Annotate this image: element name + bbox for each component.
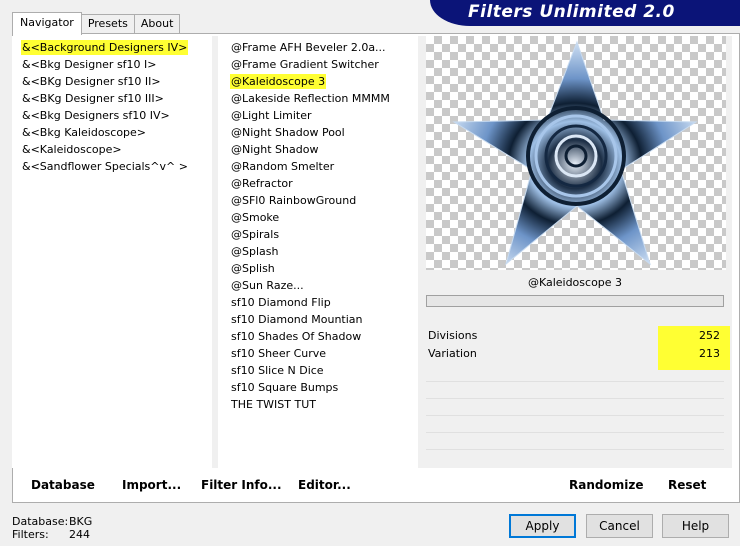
status-label: Filters: xyxy=(12,528,49,541)
list-item[interactable]: sf10 Slice N Dice xyxy=(218,362,418,379)
divider xyxy=(426,415,724,416)
list-item[interactable]: @Night Shadow xyxy=(218,141,418,158)
preview-image xyxy=(426,36,726,270)
list-item[interactable]: &<Bkg Designer sf10 I> xyxy=(12,56,212,73)
divider xyxy=(426,449,724,450)
status-database: Database:BKG xyxy=(12,515,92,528)
status-label: Database: xyxy=(12,515,69,528)
star-preview-image xyxy=(452,40,698,266)
list-item[interactable]: @Spirals xyxy=(218,226,418,243)
list-item[interactable]: &<BKg Designer sf10 III> xyxy=(12,90,212,107)
database-button[interactable]: Database xyxy=(31,478,95,492)
tab-bar: Navigator Presets About xyxy=(12,12,181,35)
filter-info-button[interactable]: Filter Info... xyxy=(201,478,282,492)
divider xyxy=(426,381,724,382)
status-filters: Filters: 244 xyxy=(12,528,90,541)
apply-button[interactable]: Apply xyxy=(509,514,576,538)
param-label: Variation xyxy=(428,347,477,360)
selected-filter-name: @Kaleidoscope 3 xyxy=(527,276,623,289)
category-list[interactable]: &<Background Designers IV> &<Bkg Designe… xyxy=(12,36,212,468)
status-value: BKG xyxy=(69,515,93,528)
list-item[interactable]: @Frame Gradient Switcher xyxy=(218,56,418,73)
param-divisions[interactable]: Divisions 252 xyxy=(426,327,724,344)
app-title: Filters Unlimited 2.0 xyxy=(468,2,675,22)
category-label: &<Background Designers IV> xyxy=(21,40,189,55)
status-value: 244 xyxy=(69,528,90,541)
cancel-button[interactable]: Cancel xyxy=(586,514,653,538)
filter-list[interactable]: @Frame AFH Beveler 2.0a... @Frame Gradie… xyxy=(218,36,418,468)
list-item[interactable]: &<Bkg Designers sf10 IV> xyxy=(12,107,212,124)
list-item[interactable]: @Frame AFH Beveler 2.0a... xyxy=(218,39,418,56)
tab-navigator[interactable]: Navigator xyxy=(12,12,82,35)
param-value: 213 xyxy=(699,347,720,360)
list-item[interactable]: @Night Shadow Pool xyxy=(218,124,418,141)
list-item[interactable]: sf10 Sheer Curve xyxy=(218,345,418,362)
reset-button[interactable]: Reset xyxy=(668,478,706,492)
divider xyxy=(426,432,724,433)
progress-bar xyxy=(426,295,724,307)
list-item[interactable]: @Random Smelter xyxy=(218,158,418,175)
list-item[interactable]: &<Sandflower Specials^v^ > xyxy=(12,158,212,175)
list-item[interactable]: @SFl0 RainbowGround xyxy=(218,192,418,209)
randomize-button[interactable]: Randomize xyxy=(569,478,643,492)
divider xyxy=(426,398,724,399)
help-button[interactable]: Help xyxy=(662,514,729,538)
list-item[interactable]: @Light Limiter xyxy=(218,107,418,124)
list-item[interactable]: @Splish xyxy=(218,260,418,277)
tab-about[interactable]: About xyxy=(133,14,181,34)
import-button[interactable]: Import... xyxy=(122,478,181,492)
list-item[interactable]: sf10 Diamond Mountian xyxy=(218,311,418,328)
list-item[interactable]: @Splash xyxy=(218,243,418,260)
list-item[interactable]: sf10 Diamond Flip xyxy=(218,294,418,311)
filter-label: @Kaleidoscope 3 xyxy=(230,74,327,89)
list-item[interactable]: @Sun Raze... xyxy=(218,277,418,294)
list-item[interactable]: &<Bkg Kaleidoscope> xyxy=(12,124,212,141)
list-item[interactable]: &<Background Designers IV> xyxy=(12,39,212,56)
list-item[interactable]: &<BKg Designer sf10 II> xyxy=(12,73,212,90)
list-item[interactable]: sf10 Square Bumps xyxy=(218,379,418,396)
list-item[interactable]: @Refractor xyxy=(218,175,418,192)
param-label: Divisions xyxy=(428,329,478,342)
list-item[interactable]: @Kaleidoscope 3 xyxy=(218,73,418,90)
tab-presets[interactable]: Presets xyxy=(80,14,135,34)
param-variation[interactable]: Variation 213 xyxy=(426,345,724,362)
editor-button[interactable]: Editor... xyxy=(298,478,351,492)
list-item[interactable]: &<Kaleidoscope> xyxy=(12,141,212,158)
param-value: 252 xyxy=(699,329,720,342)
list-item[interactable]: sf10 Shades Of Shadow xyxy=(218,328,418,345)
list-item[interactable]: @Lakeside Reflection MMMM xyxy=(218,90,418,107)
list-item[interactable]: @Smoke xyxy=(218,209,418,226)
list-item[interactable]: THE TWIST TUT xyxy=(218,396,418,413)
